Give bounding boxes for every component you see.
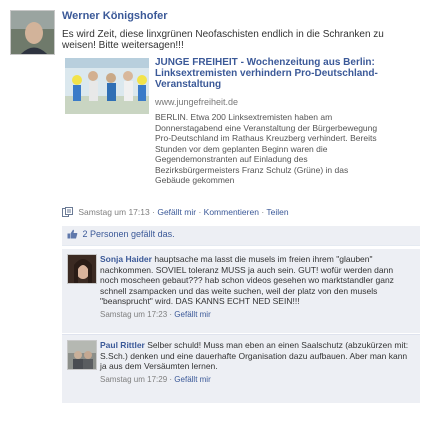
share-link[interactable]: Teilen [266,207,288,217]
like-link[interactable]: Gefällt mir [157,207,196,217]
post-author-name[interactable]: Werner Königshofer [62,10,168,22]
link-title[interactable]: JUNGE FREIHEIT - Wochenzeitung aus Berli… [155,57,390,90]
avatar-image [68,255,96,283]
comment-meta: Samstag um 17:23 · Gefällt mir [100,310,412,321]
separator: · [152,207,155,217]
commenter-avatar[interactable] [67,340,97,370]
link-url: www.jungefreiheit.de [155,97,239,107]
comment-text: Selber schuld! Muss man eben an einen Sa… [100,340,409,371]
comment-item: Paul Rittler Selber schuld! Muss man ebe… [62,335,420,403]
post-text: Es wird Zeit, diese linxgrünen Neofaschi… [62,29,384,51]
commenter-name[interactable]: Paul Rittler [100,340,145,350]
link-thumbnail[interactable] [65,58,149,114]
link-share-icon [62,207,73,219]
avatar-image [68,341,96,369]
post-author-avatar[interactable] [10,10,55,55]
likes-summary: 2 Personen gefällt das. [62,226,420,246]
thumbnail-image [65,58,149,114]
commenter-avatar[interactable] [67,254,97,284]
link-description: BERLIN. Etwa 200 Linksextremisten haben … [155,112,378,185]
likes-count-link[interactable]: 2 Personen gefällt das. [83,229,175,239]
thumbs-up-icon [67,229,78,241]
post-timestamp[interactable]: Samstag um 17:13 [78,207,149,217]
separator: · [169,309,173,319]
comment-like-link[interactable]: Gefällt mir [174,310,210,319]
comment-like-link[interactable]: Gefällt mir [174,375,210,384]
comment-body: Paul Rittler Selber schuld! Muss man ebe… [100,340,412,385]
separator: · [261,207,265,217]
comment-timestamp[interactable]: Samstag um 17:23 [100,310,167,319]
avatar-image [11,11,54,54]
comment-link[interactable]: Kommentieren [204,207,259,217]
commenter-name[interactable]: Sonja Haider [100,254,152,264]
comment-body: Sonja Haider hauptsache ma lasst die mus… [100,254,412,320]
separator: · [169,374,173,384]
post-actions-bar: Samstag um 17:13 · Gefällt mir · Komment… [62,207,289,219]
comment-meta: Samstag um 17:29 · Gefällt mir [100,375,412,386]
separator: · [198,207,202,217]
comment-timestamp[interactable]: Samstag um 17:29 [100,375,167,384]
comment-item: Sonja Haider hauptsache ma lasst die mus… [62,249,420,333]
